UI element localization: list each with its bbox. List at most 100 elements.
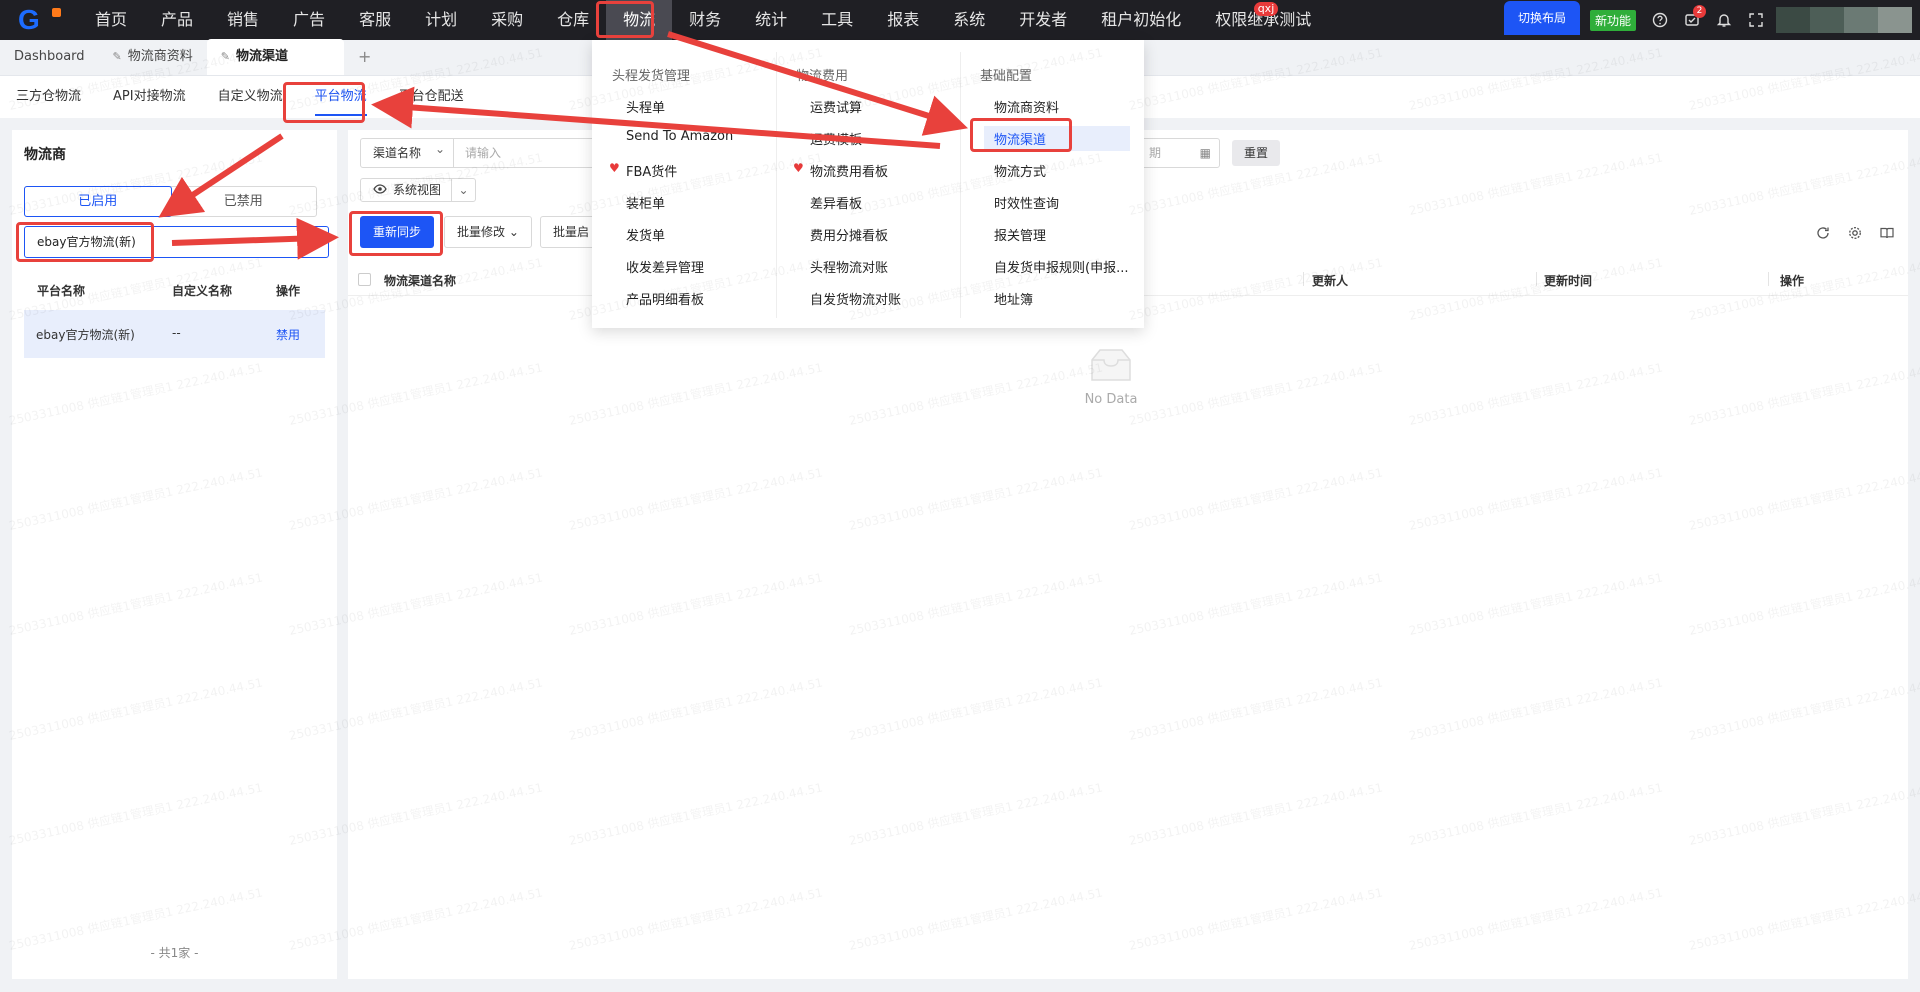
- nav-item-plan[interactable]: 计划: [408, 0, 474, 40]
- nav-item-reports[interactable]: 报表: [870, 0, 936, 40]
- menu-item[interactable]: 地址簿: [994, 289, 1033, 308]
- menu-item[interactable]: 费用分摊看板: [810, 225, 888, 244]
- reset-button[interactable]: 重置: [1232, 140, 1280, 166]
- annotation-box-nav: [596, 1, 654, 38]
- no-data-text: No Data: [1084, 392, 1138, 407]
- col-updater: 更新人: [1312, 274, 1349, 288]
- nav-item-product[interactable]: 产品: [144, 0, 210, 40]
- menu-item[interactable]: 物流商资料: [994, 97, 1059, 116]
- nav-right: 切换布局 新功能 2: [1503, 0, 1920, 40]
- heart-icon: ♥: [609, 161, 620, 175]
- subtab-api[interactable]: API对接物流: [97, 76, 202, 118]
- menu-item[interactable]: 头程单: [626, 97, 665, 116]
- gear-icon[interactable]: [1848, 226, 1862, 244]
- menu-item[interactable]: 发货单: [626, 225, 665, 244]
- menu-item[interactable]: 头程物流对账: [810, 257, 888, 276]
- carrier-panel-title: 物流商: [24, 147, 66, 163]
- menu-item[interactable]: Send To Amazon: [626, 129, 733, 144]
- system-view-button[interactable]: 系统视图 ⌄: [360, 178, 476, 202]
- bell-icon[interactable]: [1712, 8, 1736, 32]
- switch-layout-button[interactable]: 切换布局: [1503, 1, 1580, 35]
- system-view-label: 系统视图: [393, 183, 442, 197]
- pin-icon[interactable]: ✎: [221, 39, 230, 75]
- new-feature-button[interactable]: 新功能: [1589, 9, 1636, 31]
- menu-col-first-leg: 头程发货管理 头程单 Send To Amazon ♥ FBA货件 装柜单 发货…: [592, 40, 776, 328]
- annotation-box-resync: [349, 211, 443, 256]
- add-tab-button[interactable]: +: [344, 39, 385, 75]
- menu-item[interactable]: 产品明细看板: [626, 289, 704, 308]
- task-icon[interactable]: 2: [1680, 5, 1706, 32]
- subtab-3pl[interactable]: 三方仓物流: [0, 76, 97, 118]
- app-logo[interactable]: G: [0, 0, 78, 40]
- nav-item-home[interactable]: 首页: [78, 0, 144, 40]
- user-avatar[interactable]: [1776, 7, 1912, 33]
- chevron-down-icon[interactable]: ⌄: [451, 179, 475, 201]
- menu-item[interactable]: 装柜单: [626, 193, 665, 212]
- tab-carrier-info[interactable]: ✎ 物流商资料: [99, 39, 207, 75]
- nav-item-sales[interactable]: 销售: [210, 0, 276, 40]
- help-icon[interactable]: [1648, 8, 1672, 32]
- menu-item[interactable]: 运费模板: [810, 129, 862, 148]
- date-placeholder: 期: [1149, 146, 1162, 160]
- column-divider: [1536, 272, 1537, 286]
- annotation-box-subtab: [283, 82, 365, 123]
- menu-item[interactable]: 报关管理: [994, 225, 1046, 244]
- col-custom-name: 自定义名称: [172, 284, 233, 298]
- tab-dashboard[interactable]: Dashboard: [0, 39, 99, 75]
- nav-item-tools[interactable]: 工具: [804, 0, 870, 40]
- date-picker[interactable]: 期 ▦: [1136, 138, 1220, 168]
- nav-item-stats[interactable]: 统计: [738, 0, 804, 40]
- nav-item-permission-test[interactable]: 权限继承测试 qxj: [1198, 0, 1328, 40]
- segment-enabled[interactable]: 已启用: [24, 186, 172, 217]
- row-custom-name: --: [172, 326, 181, 340]
- menu-col-fees: 物流费用 运费试算 运费模板 ♥ 物流费用看板 差异看板 费用分摊看板 头程物流…: [776, 40, 960, 328]
- carrier-count: - 共1家 -: [150, 946, 199, 960]
- eye-icon: [373, 179, 387, 201]
- nav-item-developer[interactable]: 开发者: [1002, 0, 1084, 40]
- calendar-icon: ▦: [1199, 146, 1211, 160]
- annotation-box-menu-item: [970, 118, 1072, 152]
- subtab-platform-warehouse[interactable]: 平台仓配送: [383, 76, 480, 118]
- col-platform-name: 平台名称: [37, 284, 86, 298]
- empty-box-icon: [1091, 349, 1131, 381]
- menu-item[interactable]: 自发货申报规则(申报...: [994, 257, 1128, 276]
- tab-logistics-channel[interactable]: ✎ 物流渠道: [206, 39, 344, 75]
- user-badge: qxj: [1253, 2, 1279, 16]
- filter-field-select[interactable]: 渠道名称: [360, 135, 454, 168]
- disable-link[interactable]: 禁用: [276, 326, 300, 343]
- segment-disabled[interactable]: 已禁用: [171, 187, 317, 216]
- menu-item[interactable]: 物流方式: [994, 161, 1046, 180]
- col-channel-name: 物流渠道名称: [384, 274, 457, 288]
- table-row[interactable]: ebay官方物流(新) -- 禁用: [24, 310, 325, 358]
- menu-item[interactable]: 时效性查询: [994, 193, 1059, 212]
- col-action: 操作: [276, 284, 301, 298]
- menu-col-title: 基础配置: [980, 69, 1033, 84]
- nav-item-service[interactable]: 客服: [342, 0, 408, 40]
- pin-icon[interactable]: ✎: [113, 39, 122, 75]
- menu-item[interactable]: 物流费用看板: [810, 161, 888, 180]
- status-segment: 已启用 已禁用: [24, 186, 317, 217]
- annotation-box-search: [16, 222, 154, 262]
- menu-item[interactable]: 运费试算: [810, 97, 862, 116]
- menu-item[interactable]: FBA货件: [626, 161, 677, 180]
- nav-item-system[interactable]: 系统: [936, 0, 1002, 40]
- batch-edit-button[interactable]: 批量修改 ⌄: [444, 216, 532, 248]
- fullscreen-icon[interactable]: [1744, 8, 1768, 32]
- nav-item-finance[interactable]: 财务: [672, 0, 738, 40]
- menu-item[interactable]: 收发差异管理: [626, 257, 704, 276]
- menu-item[interactable]: 自发货物流对账: [810, 289, 901, 308]
- select-all-checkbox[interactable]: [358, 273, 371, 286]
- nav-item-purchase[interactable]: 采购: [474, 0, 540, 40]
- nav-item-tenant-init[interactable]: 租户初始化: [1084, 0, 1198, 40]
- book-icon[interactable]: [1880, 226, 1894, 244]
- tab-carrier-info-label: 物流商资料: [127, 49, 193, 64]
- main-menu: 首页 产品 销售 广告 客服 计划 采购 仓库 物流 财务 统计 工具 报表 系…: [78, 0, 1328, 40]
- chevron-down-icon: ⌄: [508, 225, 519, 239]
- column-divider: [1303, 272, 1304, 286]
- batch-edit-label: 批量修改: [457, 225, 506, 239]
- refresh-icon[interactable]: [1816, 226, 1830, 244]
- top-nav: G 首页 产品 销售 广告 客服 计划 采购 仓库 物流 财务 统计 工具 报表…: [0, 0, 1920, 40]
- col-update-time: 更新时间: [1544, 274, 1593, 288]
- menu-item[interactable]: 差异看板: [810, 193, 862, 212]
- nav-item-ads[interactable]: 广告: [276, 0, 342, 40]
